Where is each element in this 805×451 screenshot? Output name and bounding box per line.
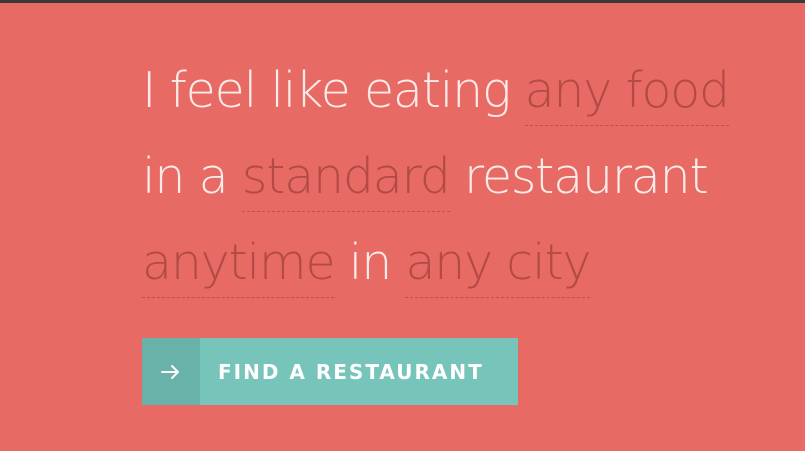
sentence-prefix-text: I feel like eating (142, 62, 511, 119)
food-selector[interactable]: any food (524, 62, 730, 126)
find-restaurant-label: FIND A RESTAURANT (218, 359, 484, 384)
in-text: in (348, 234, 392, 291)
sentence-line-3: anytime in any city (142, 220, 782, 306)
restaurant-type-selector[interactable]: standard (241, 148, 451, 212)
find-restaurant-button[interactable]: FIND A RESTAURANT (142, 338, 518, 405)
time-selector[interactable]: anytime (142, 234, 336, 298)
arrow-right-icon (142, 338, 200, 405)
restaurant-text: restaurant (464, 148, 709, 205)
search-sentence: I feel like eating any food in a standar… (142, 48, 782, 306)
sentence-line-2: in a standard restaurant (142, 134, 782, 220)
in-a-text: in a (142, 148, 229, 205)
sentence-line-1: I feel like eating any food (142, 48, 782, 134)
city-selector[interactable]: any city (405, 234, 591, 298)
top-border (0, 0, 805, 3)
